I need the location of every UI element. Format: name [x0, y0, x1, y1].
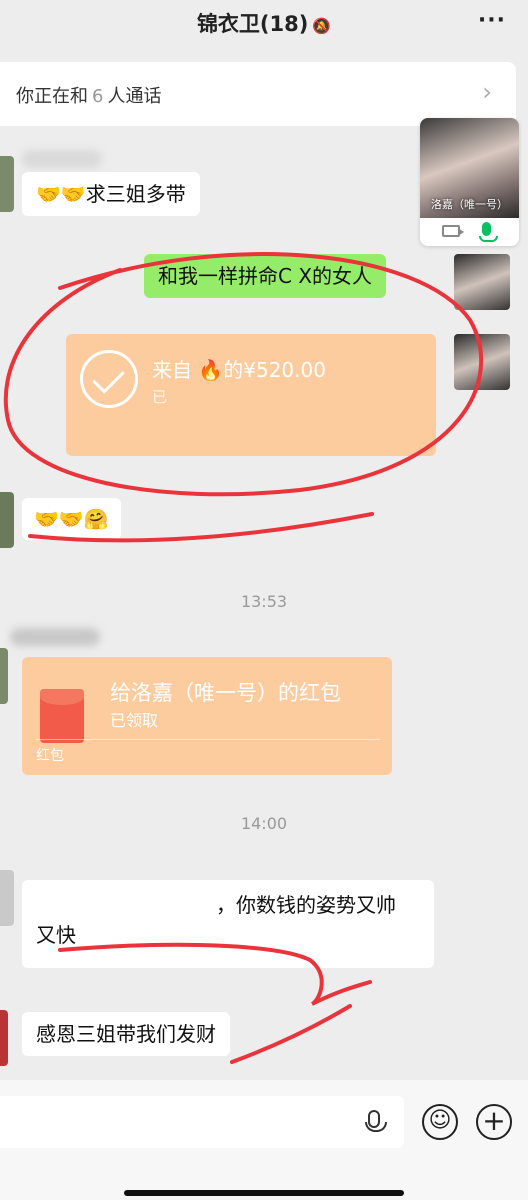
- chevron-right-icon: ›: [482, 78, 492, 106]
- message-input[interactable]: [0, 1096, 404, 1148]
- group-call-banner[interactable]: 你正在和 6 人通话 ›: [0, 62, 516, 126]
- timestamp: 13:53: [240, 592, 288, 611]
- avatar[interactable]: [454, 254, 510, 310]
- message-line-1: ，你数钱的姿势又帅: [216, 893, 396, 917]
- avatar[interactable]: [0, 492, 14, 548]
- camera-icon[interactable]: [442, 225, 464, 237]
- check-circle-icon: [80, 350, 138, 408]
- voice-input-icon[interactable]: [365, 1110, 387, 1132]
- red-packet-title: 给洛嘉（唯一号）的红包: [110, 681, 341, 705]
- call-banner-suffix: 人通话: [107, 86, 162, 107]
- divider: [36, 739, 380, 740]
- red-packet-icon: [40, 689, 84, 743]
- message-bubble[interactable]: 🤝🤝🤗: [22, 498, 121, 540]
- call-participant-count: 6: [92, 86, 104, 107]
- emoji-icon[interactable]: ☺: [422, 1104, 458, 1140]
- message-bubble[interactable]: 感恩三姐带我们发财: [22, 1012, 230, 1056]
- red-packet-label: 红包: [36, 748, 64, 764]
- call-banner-text: 你正在和 6 人通话: [16, 82, 161, 108]
- avatar[interactable]: [0, 870, 14, 926]
- avatar[interactable]: [0, 1010, 8, 1066]
- avatar[interactable]: [0, 648, 8, 704]
- caller-name: 洛嘉（唯一号）: [431, 198, 508, 211]
- floating-call-window[interactable]: 洛嘉（唯一号）: [420, 118, 519, 246]
- avatar[interactable]: [454, 334, 510, 390]
- chat-title: 锦衣卫(18) 🔕: [0, 8, 528, 38]
- avatar[interactable]: [0, 156, 14, 212]
- sender-name: [10, 628, 100, 646]
- home-indicator: [124, 1190, 404, 1196]
- transfer-status: 已: [152, 388, 168, 406]
- more-options-icon[interactable]: ···: [478, 8, 506, 33]
- transfer-card[interactable]: 来自 🔥的¥520.00 已: [66, 334, 436, 456]
- red-packet-card[interactable]: 给洛嘉（唯一号）的红包 已领取 红包: [22, 657, 392, 775]
- mute-bell-icon: 🔕: [312, 17, 332, 35]
- message-bubble[interactable]: 🤝🤝求三姐多带: [22, 172, 200, 216]
- timestamp: 14:00: [240, 814, 288, 833]
- message-bubble-self[interactable]: 和我一样拼命C X的女人: [144, 254, 387, 298]
- call-banner-prefix: 你正在和: [16, 86, 88, 107]
- plus-icon[interactable]: +: [476, 1104, 512, 1140]
- message-bubble[interactable]: ，你数钱的姿势又帅 又快: [22, 880, 434, 968]
- microphone-icon[interactable]: [479, 222, 498, 242]
- chat-title-text: 锦衣卫(18): [196, 12, 309, 36]
- red-packet-status: 已领取: [110, 711, 159, 730]
- sender-name: [22, 150, 102, 168]
- transfer-title: 来自 🔥的¥520.00: [152, 358, 326, 382]
- message-line-2: 又快: [36, 923, 76, 947]
